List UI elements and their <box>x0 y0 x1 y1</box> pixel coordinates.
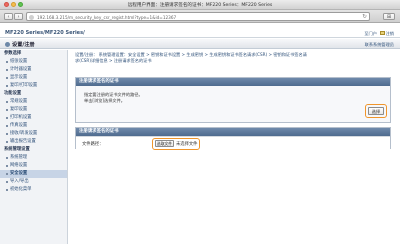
sidebar-section-function-settings: 功能设置 <box>4 91 22 96</box>
sidebar-item-output-report-settings[interactable]: 输出报告设置 <box>0 138 67 146</box>
sidebar-item-copy-print-settings[interactable]: 复印/打印设置 <box>0 82 67 90</box>
file-input-highlight <box>152 137 200 150</box>
panel-description: 指定要注册的证书文件的路径。 单击[浏览]选择文件。 <box>84 92 143 104</box>
reload-icon[interactable]: ↻ <box>362 14 367 20</box>
sidebar-item-network-settings[interactable]: 网络设置 <box>0 162 67 170</box>
main-content: 设置/注册： 系统管理设置：安全设置 > 密钥和证书设置 > 生成密钥 > 生成… <box>72 50 396 244</box>
portal-link[interactable]: 至门户 <box>364 31 377 36</box>
register-certificate-panel: 注册请求签名的证书 指定要注册的证书文件的路径。 单击[浏览]选择文件。 选择 <box>75 77 391 123</box>
window-titlebar: 远程用户界面：注册请求签名的证书：MF220 Series：MF220 Seri… <box>0 0 400 10</box>
address-bar[interactable]: 192.168.3.215/m_security_key_csr_regist.… <box>26 12 370 21</box>
breadcrumb-continued: 求(CSR)详细信息 > 注册请求签名的证书 <box>75 58 152 63</box>
sidebar-item-system-management[interactable]: 系统管理 <box>0 154 67 162</box>
sidebar-item-initialize-menu[interactable]: 初始化菜单 <box>0 186 67 194</box>
forward-button[interactable]: › <box>14 13 23 20</box>
sidebar-item-display-settings[interactable]: 显示设置 <box>0 74 67 82</box>
description-line-2: 单击[浏览]选择文件。 <box>84 98 125 103</box>
sidebar-item-paper-settings[interactable]: 纸张设置 <box>0 58 67 66</box>
top-links: 至门户 注销 <box>364 31 394 37</box>
file-path-label: 文件路径： <box>82 141 104 147</box>
url-text: 192.168.3.215/m_security_key_csr_regist.… <box>37 14 177 20</box>
sidebar: 参数选择 纸张设置 计时器设置 显示设置 复印/打印设置 功能设置 常规设置 复… <box>0 50 68 244</box>
sidebar-section-preferences: 参数选择 <box>4 51 22 56</box>
model-name: MF220 Series/MF220 Series/ <box>5 30 85 36</box>
sidebar-item-fax-settings[interactable]: 传真设置 <box>0 122 67 130</box>
sidebar-item-copy-settings[interactable]: 复印设置 <box>0 106 67 114</box>
sidebar-item-common-settings[interactable]: 常规设置 <box>0 98 67 106</box>
browser-toolbar: ‹ › 192.168.3.215/m_security_key_csr_reg… <box>0 10 400 23</box>
file-path-panel: 注册请求签名的证书 文件路径： 选取文件 未选择文件 <box>75 127 391 150</box>
logout-icon <box>379 31 385 35</box>
site-icon <box>29 14 34 20</box>
panel-title: 注册请求签名的证书 <box>76 78 390 86</box>
gear-icon <box>5 41 10 47</box>
tab-overview-button[interactable]: ⊞ <box>383 13 395 20</box>
select-button-highlight <box>365 104 387 118</box>
sidebar-item-rx-forward-settings[interactable]: 接收/转发设置 <box>0 130 67 138</box>
sidebar-item-security-settings[interactable]: 安全设置 <box>0 170 67 178</box>
sidebar-item-printer-settings[interactable]: 打印机设置 <box>0 114 67 122</box>
logout-link[interactable]: 注销 <box>386 31 394 36</box>
panel-title-2: 注册请求签名的证书 <box>76 128 390 136</box>
page-header: 设置/注册 联系系统管理员 <box>0 39 400 49</box>
file-path-row: 文件路径： 选取文件 未选择文件 <box>76 136 390 150</box>
sidebar-item-timer-settings[interactable]: 计时器设置 <box>0 66 67 74</box>
sidebar-item-import-export[interactable]: 导入/导出 <box>0 178 67 186</box>
page-title: 设置/注册 <box>5 41 35 48</box>
model-bar: MF220 Series/MF220 Series/ 至门户 注销 <box>0 28 400 38</box>
contact-admin-link[interactable]: 联系系统管理员 <box>365 42 394 48</box>
back-button[interactable]: ‹ <box>4 13 13 20</box>
window-title: 远程用户界面：注册请求签名的证书：MF220 Series：MF220 Seri… <box>127 3 273 8</box>
sidebar-section-system-management: 系统管理设置 <box>4 147 30 152</box>
